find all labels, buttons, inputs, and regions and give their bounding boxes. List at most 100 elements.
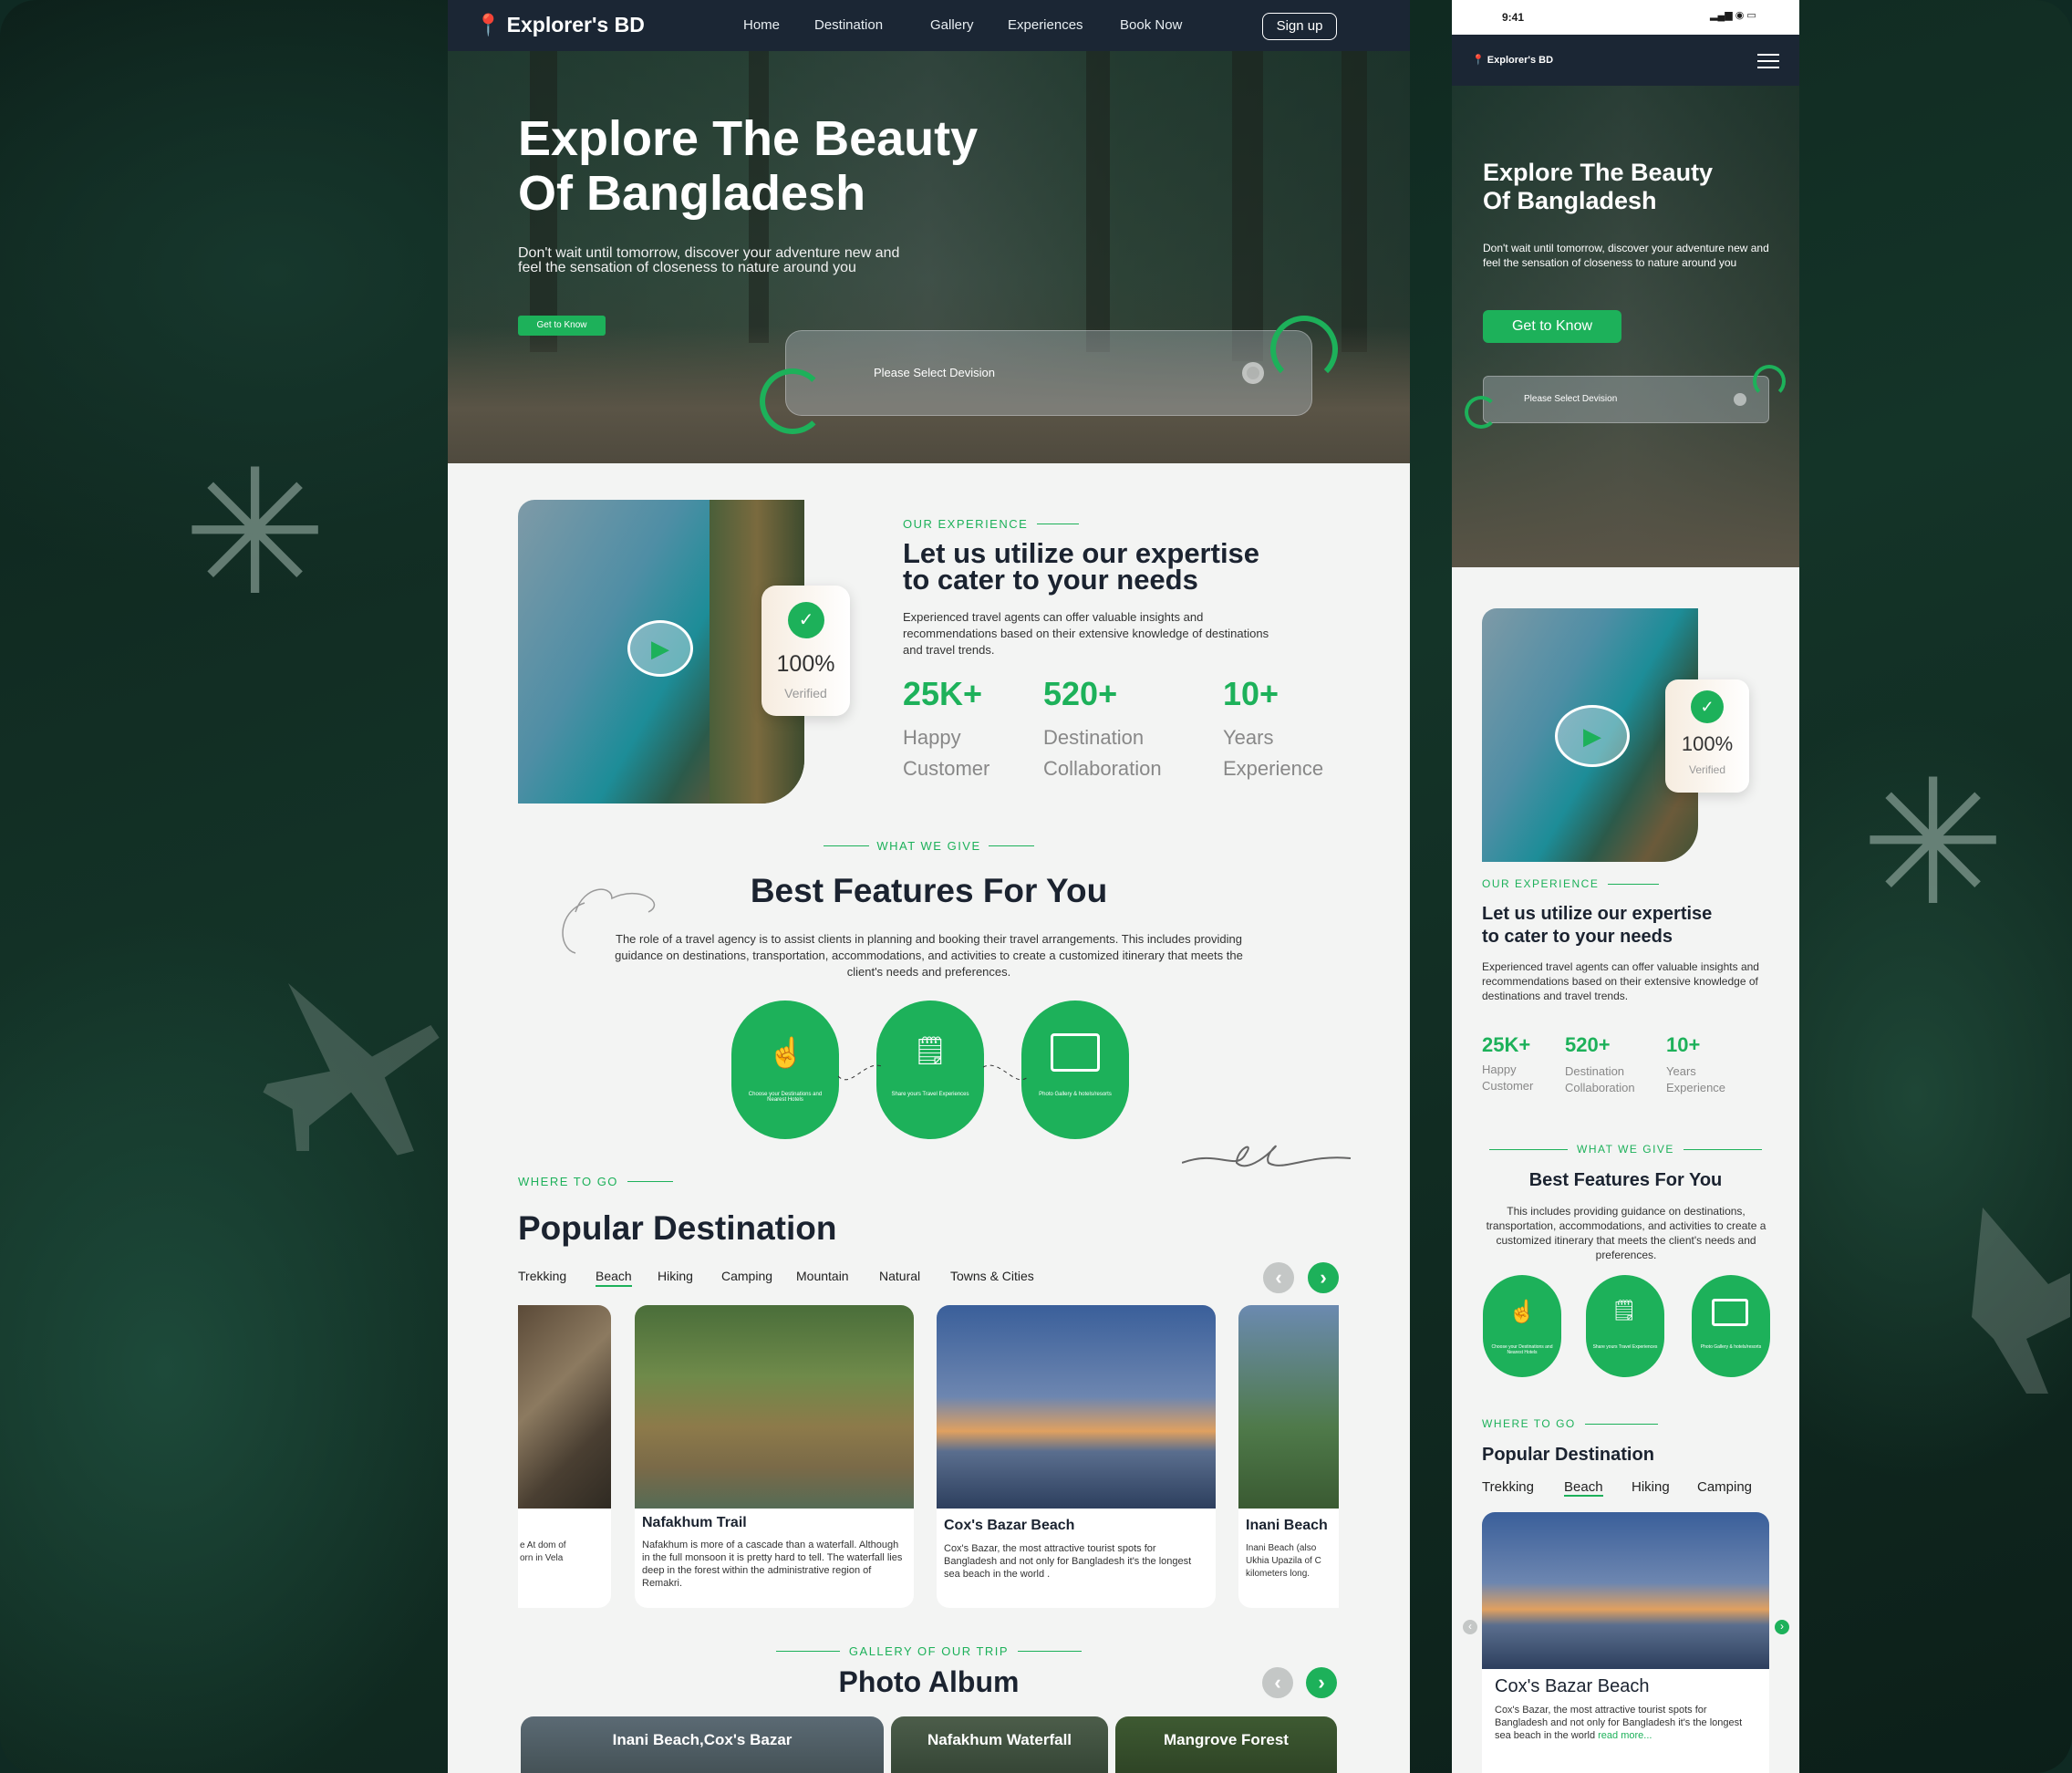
read-more-link[interactable]: read more... — [1598, 1730, 1652, 1741]
stat-value: 10+ — [1666, 1033, 1701, 1056]
mobile-feature-share-experience[interactable]: 🗒 Share yours Travel Experiences — [1586, 1275, 1664, 1377]
card-image — [937, 1305, 1216, 1509]
tab-trekking[interactable]: Trekking — [1482, 1479, 1534, 1495]
touch-icon: ☝ — [1508, 1300, 1536, 1324]
tab-camping[interactable]: Camping — [1697, 1479, 1752, 1495]
division-select-placeholder: Please Select Devision — [874, 366, 995, 379]
gallery-eyebrow: GALLERY OF OUR TRIP — [448, 1644, 1410, 1658]
destination-card-partial[interactable]: Inani Beach Inani Beach (also Ukhia Upaz… — [1238, 1305, 1339, 1608]
division-select[interactable]: Please Select Devision — [785, 330, 1312, 416]
album-card[interactable]: Mangrove Forest — [1115, 1716, 1337, 1773]
mobile-hero-title: Explore The Beauty Of Bangladesh — [1483, 159, 1714, 214]
mobile-experience-title: Let us utilize our expertise to cater to … — [1482, 904, 1713, 947]
touch-icon: ☝ — [768, 1036, 804, 1069]
mobile-hero: Explore The Beauty Of Bangladesh Don't wa… — [1452, 86, 1799, 567]
hero-subtitle: Don't wait until tomorrow, discover your… — [518, 245, 900, 275]
gallery-prev-button[interactable]: ‹ — [1262, 1667, 1293, 1698]
feature-share-experience[interactable]: 🗒 Share yours Travel Experiences — [876, 1001, 984, 1139]
album-card[interactable]: Nafakhum Waterfall — [891, 1716, 1108, 1773]
stat-label: Destination — [1565, 1064, 1625, 1078]
stat-customers: 25K+ Happy Customer — [903, 675, 989, 781]
document-icon: 🗒 — [913, 1036, 948, 1066]
nav-destination[interactable]: Destination — [814, 17, 883, 33]
hero-title: Explore The Beauty Of Bangladesh — [518, 111, 979, 221]
image-gallery-icon — [1051, 1033, 1100, 1072]
verified-value: 100% — [776, 651, 835, 677]
card-image — [1482, 1512, 1769, 1669]
card-title: Inani Beach — [1246, 1518, 1328, 1533]
next-arrow-button[interactable]: › — [1308, 1262, 1339, 1293]
tab-camping[interactable]: Camping — [721, 1269, 772, 1283]
stat-value: 25K+ — [903, 675, 983, 712]
mobile-feature-choose-destination[interactable]: ☝ Choose your Destinations and Nearest Ho… — [1483, 1275, 1561, 1377]
tab-towns-cities[interactable]: Towns & Cities — [950, 1269, 1034, 1283]
mobile-play-button[interactable]: ▶ — [1555, 705, 1630, 767]
verified-label: Verified — [1688, 763, 1726, 776]
card-title: Cox's Bazar Beach — [944, 1518, 1075, 1533]
navbar: 📍 Explorer's BD Home Destination Gallery … — [448, 0, 1410, 51]
stat-value: 520+ — [1565, 1033, 1611, 1056]
logo[interactable]: 📍 Explorer's BD — [475, 13, 645, 37]
dashed-connector — [838, 1064, 884, 1081]
check-badge-icon: ✓ — [1691, 690, 1724, 723]
mobile-feature-photo-gallery[interactable]: Photo Gallery & hotels/resorts — [1692, 1275, 1770, 1377]
tab-natural[interactable]: Natural — [879, 1269, 920, 1283]
card-title: Nafakhum Trail — [642, 1515, 747, 1530]
mobile-division-select[interactable]: Please Select Devision — [1483, 376, 1769, 423]
nav-home[interactable]: Home — [743, 17, 780, 33]
mobile-experience-eyebrow: OUR EXPERIENCE — [1482, 877, 1660, 890]
destinations-eyebrow: WHERE TO GO — [518, 1175, 673, 1188]
features-eyebrow: WHAT WE GIVE — [448, 839, 1410, 853]
mobile-verified-badge: ✓ 100% Verified — [1665, 679, 1749, 793]
stat-destinations: 520+ Destination Collaboration — [1043, 675, 1162, 781]
destination-card-partial[interactable]: e At dom of orn in Vela — [518, 1305, 611, 1608]
tab-beach[interactable]: Beach — [596, 1269, 632, 1287]
nav-experiences[interactable]: Experiences — [1008, 17, 1083, 33]
get-to-know-button[interactable]: Get to Know — [518, 316, 606, 336]
airplane-decoration-icon — [1972, 1208, 2070, 1394]
prev-arrow-button[interactable]: ‹ — [1263, 1262, 1294, 1293]
nav-book-now[interactable]: Book Now — [1120, 17, 1182, 33]
location-target-icon[interactable] — [1734, 393, 1746, 406]
feature-photo-gallery[interactable]: Photo Gallery & hotels/resorts — [1021, 1001, 1129, 1139]
card-text: e At dom of orn in Vela — [520, 1540, 566, 1563]
tab-hiking[interactable]: Hiking — [1632, 1479, 1670, 1495]
tab-beach[interactable]: Beach — [1564, 1479, 1603, 1497]
stat-value: 10+ — [1223, 675, 1279, 712]
gallery-next-button[interactable]: › — [1306, 1667, 1337, 1698]
card-title: Cox's Bazar Beach — [1495, 1676, 1650, 1696]
tab-trekking[interactable]: Trekking — [518, 1269, 566, 1283]
location-target-icon[interactable] — [1242, 362, 1264, 384]
verified-badge: ✓ 100% Verified — [761, 586, 850, 716]
stat-label: Years — [1666, 1064, 1696, 1078]
experience-text: Experienced travel agents can offer valu… — [903, 610, 1269, 657]
scribble-decoration-icon — [1182, 1145, 1352, 1167]
signup-button[interactable]: Sign up — [1262, 13, 1337, 40]
mobile-prev-arrow-button[interactable]: ‹ — [1463, 1620, 1477, 1634]
mobile-logo[interactable]: 📍 Explorer's BD — [1472, 54, 1553, 66]
mobile-next-arrow-button[interactable]: › — [1775, 1620, 1789, 1634]
verified-value: 100% — [1681, 732, 1734, 755]
destination-card[interactable]: Cox's Bazar Beach Cox's Bazar, the most … — [937, 1305, 1216, 1608]
album-card[interactable]: Inani Beach,Cox's Bazar — [521, 1716, 884, 1773]
nav-gallery[interactable]: Gallery — [930, 17, 974, 33]
feature-choose-destination[interactable]: ☝ Choose your Destinations and Nearest Ho… — [731, 1001, 839, 1139]
feature-label: Choose your Destinations and Nearest Hot… — [1491, 1344, 1553, 1355]
check-badge-icon: ✓ — [788, 602, 824, 638]
document-icon: 🗒 — [1611, 1299, 1637, 1322]
hamburger-menu-icon[interactable] — [1757, 54, 1779, 68]
stat-label: Collaboration — [1565, 1081, 1635, 1094]
destination-card[interactable]: Nafakhum Trail Nafakhum is more of a cas… — [635, 1305, 914, 1608]
verified-label: Verified — [784, 686, 827, 700]
mobile-destination-card[interactable]: Cox's Bazar Beach Cox's Bazar, the most … — [1482, 1512, 1769, 1773]
tab-hiking[interactable]: Hiking — [658, 1269, 693, 1283]
stat-label: Years — [1223, 726, 1274, 749]
feature-label: Choose your Destinations and Nearest Hot… — [748, 1092, 823, 1103]
play-button[interactable]: ▶ — [627, 620, 693, 677]
tab-mountain[interactable]: Mountain — [796, 1269, 849, 1283]
mobile-get-to-know-button[interactable]: Get to Know — [1483, 310, 1621, 343]
stat-years: 10+ Years Experience — [1223, 675, 1323, 781]
stat-label: Collaboration — [1043, 757, 1162, 780]
destinations-title: Popular Destination — [518, 1209, 837, 1247]
mobile-page: 9:41 ▂▄▆ ◉ ▭ 📍 Explorer's BD Explore The… — [1452, 0, 1799, 1773]
